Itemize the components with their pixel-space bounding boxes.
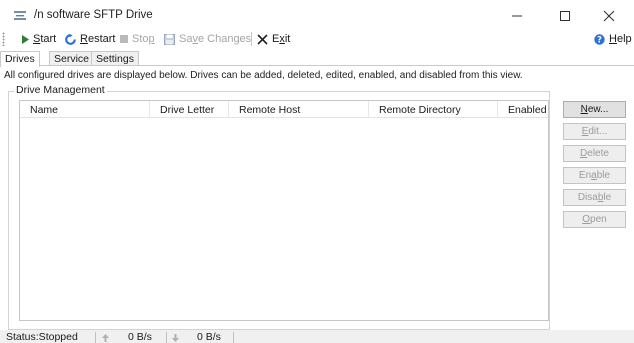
upload-rate: 0 B/s [128, 331, 152, 343]
restart-label-access-key: R [80, 33, 88, 45]
delete-button[interactable]: Delete [563, 145, 626, 162]
exit-button[interactable]: Exit [257, 31, 290, 47]
maximize-button[interactable] [545, 4, 585, 28]
tab-service[interactable]: Service [49, 51, 95, 66]
status-separator [233, 332, 234, 343]
close-button[interactable] [589, 4, 629, 28]
close-icon [603, 10, 615, 22]
new-label-access-key: N [580, 104, 588, 115]
restart-button[interactable]: Restart [65, 31, 115, 47]
new-button[interactable]: New... [563, 101, 626, 118]
status-separator [95, 332, 96, 343]
help-label-rest: elp [616, 33, 632, 45]
maximize-icon [560, 11, 570, 21]
restart-icon [65, 33, 76, 45]
app-drive-icon [14, 11, 26, 20]
stop-label-access-key: p [148, 33, 155, 45]
drives-description: All configured drives are displayed belo… [4, 70, 523, 81]
open-label-access-key: O [582, 214, 591, 225]
start-label-rest: tart [40, 33, 57, 45]
toolbar-grip[interactable] [2, 32, 5, 46]
svg-text:?: ? [597, 35, 602, 44]
exit-label-post: it [284, 33, 291, 45]
delete-label-rest: elete [587, 148, 609, 159]
stop-label-pre: Sto [132, 33, 149, 45]
status-separator [166, 332, 167, 343]
minimize-icon [512, 15, 522, 17]
help-label-access-key: H [609, 33, 617, 45]
tab-strip: Drives Service Settings [0, 51, 634, 67]
status-bar: Status:Stopped 0 B/s 0 B/s [0, 330, 634, 343]
column-header-remote-directory[interactable]: Remote Directory [369, 101, 498, 118]
tab-settings[interactable]: Settings [91, 51, 139, 66]
enable-button[interactable]: Enable [563, 167, 626, 184]
help-button[interactable]: ? Help [594, 31, 632, 47]
column-header-enabled[interactable]: Enabled [498, 101, 548, 118]
save-icon [164, 33, 175, 45]
start-button[interactable]: Start [22, 31, 56, 47]
tab-drives[interactable]: Drives [0, 51, 40, 67]
toolbar-separator [251, 32, 252, 46]
group-title: Drive Management [14, 84, 107, 96]
enable-label-post: ble [596, 170, 611, 181]
restart-label-rest: estart [87, 33, 116, 45]
save-label-post: e Changes [197, 33, 252, 45]
save-label-pre: Sa [179, 33, 193, 45]
tab-divider [0, 65, 634, 66]
column-header-name[interactable]: Name [20, 101, 150, 118]
play-icon [22, 34, 29, 44]
drives-list[interactable]: Name Drive Letter Remote Host Remote Dir… [19, 100, 549, 321]
window-title: /n software SFTP Drive [34, 9, 153, 21]
stop-button[interactable]: Stop [120, 31, 155, 47]
enable-label-pre: En [578, 170, 592, 181]
service-status: Status:Stopped [6, 331, 78, 343]
close-x-icon [257, 33, 268, 45]
disable-label-post: le [603, 192, 612, 203]
toolbar: Start Restart Stop Save Changes Exit ? H… [0, 30, 634, 48]
edit-button[interactable]: Edit... [563, 123, 626, 140]
stop-icon [120, 35, 128, 43]
edit-label-rest: dit... [588, 126, 608, 137]
download-arrow-icon [172, 333, 179, 343]
sftp-drive-window: /n software SFTP Drive Start Restart Sto… [0, 0, 634, 343]
new-label-rest: ew... [587, 104, 609, 115]
minimize-button[interactable] [497, 4, 537, 28]
upload-arrow-icon [102, 333, 109, 343]
help-icon: ? [594, 33, 605, 45]
column-header-remote-host[interactable]: Remote Host [229, 101, 369, 118]
download-rate: 0 B/s [197, 331, 221, 343]
column-header-drive-letter[interactable]: Drive Letter [150, 101, 229, 118]
open-button[interactable]: Open [563, 211, 626, 228]
open-label-rest: pen [590, 214, 607, 225]
title-bar: /n software SFTP Drive [0, 0, 634, 30]
save-changes-button[interactable]: Save Changes [164, 31, 251, 47]
disable-label-pre: Disa [577, 192, 598, 203]
disable-button[interactable]: Disable [563, 189, 626, 206]
drives-list-header: Name Drive Letter Remote Host Remote Dir… [20, 101, 548, 118]
